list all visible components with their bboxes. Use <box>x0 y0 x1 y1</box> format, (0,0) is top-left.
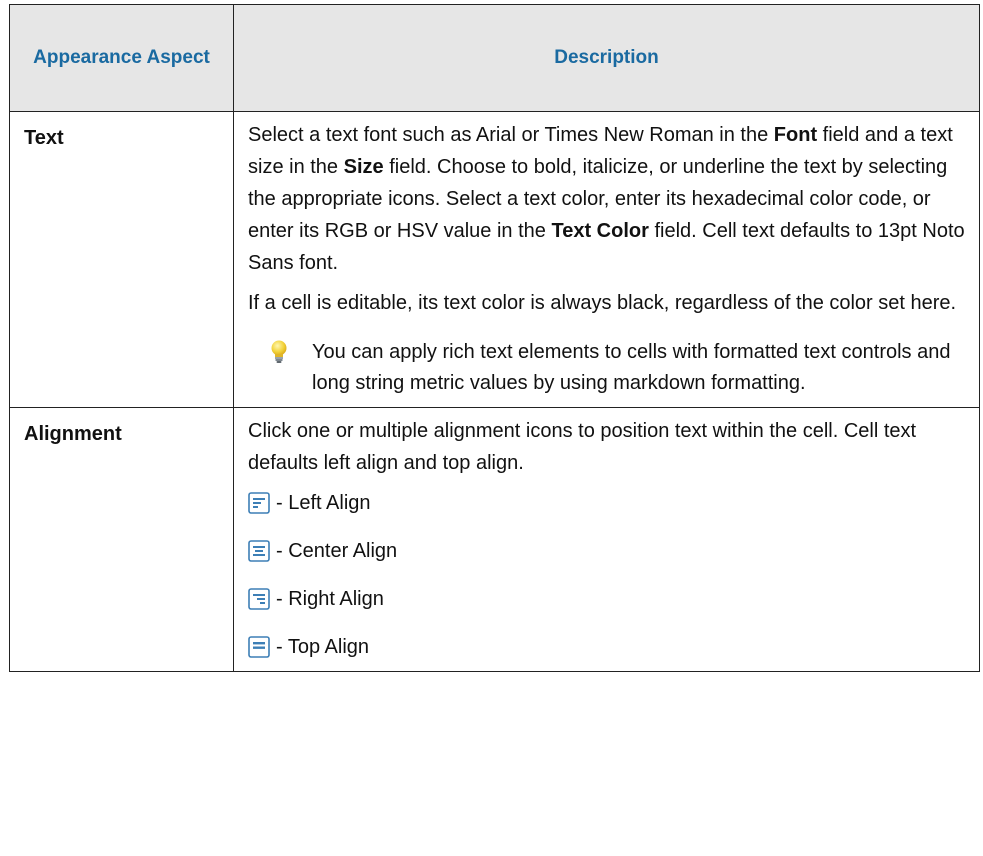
lightbulb-icon <box>271 340 287 363</box>
header-aspect: Appearance Aspect <box>9 4 234 112</box>
header-description: Description <box>233 4 980 112</box>
table-row-text: Text Select a text font such as Arial or… <box>9 111 980 408</box>
align-option-right: - Right Align <box>248 583 973 615</box>
align-right-label: - Right Align <box>276 588 384 610</box>
align-top-label: - Top Align <box>276 636 370 658</box>
text-p1-bold-size: Size <box>343 156 384 178</box>
tip-text: You can apply rich text elements to cell… <box>312 341 951 394</box>
text-p1-bold-text-color: Text Color <box>551 220 649 242</box>
table-row-alignment: Alignment Click one or multiple alignmen… <box>9 407 980 672</box>
description-text: Select a text font such as Arial or Time… <box>233 111 980 408</box>
text-p1-bold-font: Font <box>773 124 818 146</box>
text-p1-part1: Select a text font such as Arial or Time… <box>248 124 774 146</box>
align-option-center: - Center Align <box>248 535 973 567</box>
description-alignment: Click one or multiple alignment icons to… <box>233 407 980 672</box>
align-right-icon <box>248 588 270 610</box>
aspect-alignment: Alignment <box>9 407 234 672</box>
align-left-label: - Left Align <box>276 492 371 514</box>
align-left-icon <box>248 492 270 514</box>
appearance-table: Appearance Aspect Description Text Selec… <box>9 4 980 672</box>
align-option-top: - Top Align <box>248 631 973 663</box>
align-top-icon <box>248 636 270 658</box>
align-center-label: - Center Align <box>276 540 398 562</box>
aspect-text: Text <box>9 111 234 408</box>
tip-note: You can apply rich text elements to cell… <box>248 337 973 399</box>
align-center-icon <box>248 540 270 562</box>
alignment-intro: Click one or multiple alignment icons to… <box>248 420 917 474</box>
align-option-left: - Left Align <box>248 487 973 519</box>
header-row: Appearance Aspect Description <box>9 4 980 112</box>
text-paragraph-2: If a cell is editable, its text color is… <box>248 292 957 314</box>
text-paragraph-1: Select a text font such as Arial or Time… <box>248 119 973 279</box>
